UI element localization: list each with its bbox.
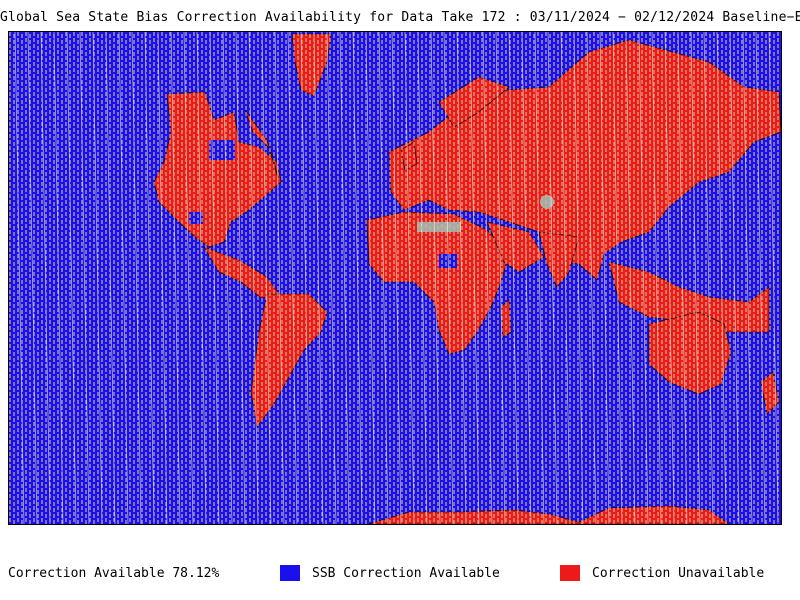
- available-label: SSB Correction Available: [312, 566, 500, 581]
- measurement-hatch: [9, 32, 781, 524]
- world-map: 30: [8, 31, 782, 525]
- unavailable-label: Correction Unavailable: [592, 566, 765, 581]
- availability-stat: Correction Available 78.12%: [8, 566, 220, 581]
- legend: Correction Available 78.12% SSB Correcti…: [0, 560, 800, 590]
- map-title: Global Sea State Bias Correction Availab…: [0, 10, 800, 25]
- unavailable-swatch: [560, 565, 580, 581]
- available-swatch: [280, 565, 300, 581]
